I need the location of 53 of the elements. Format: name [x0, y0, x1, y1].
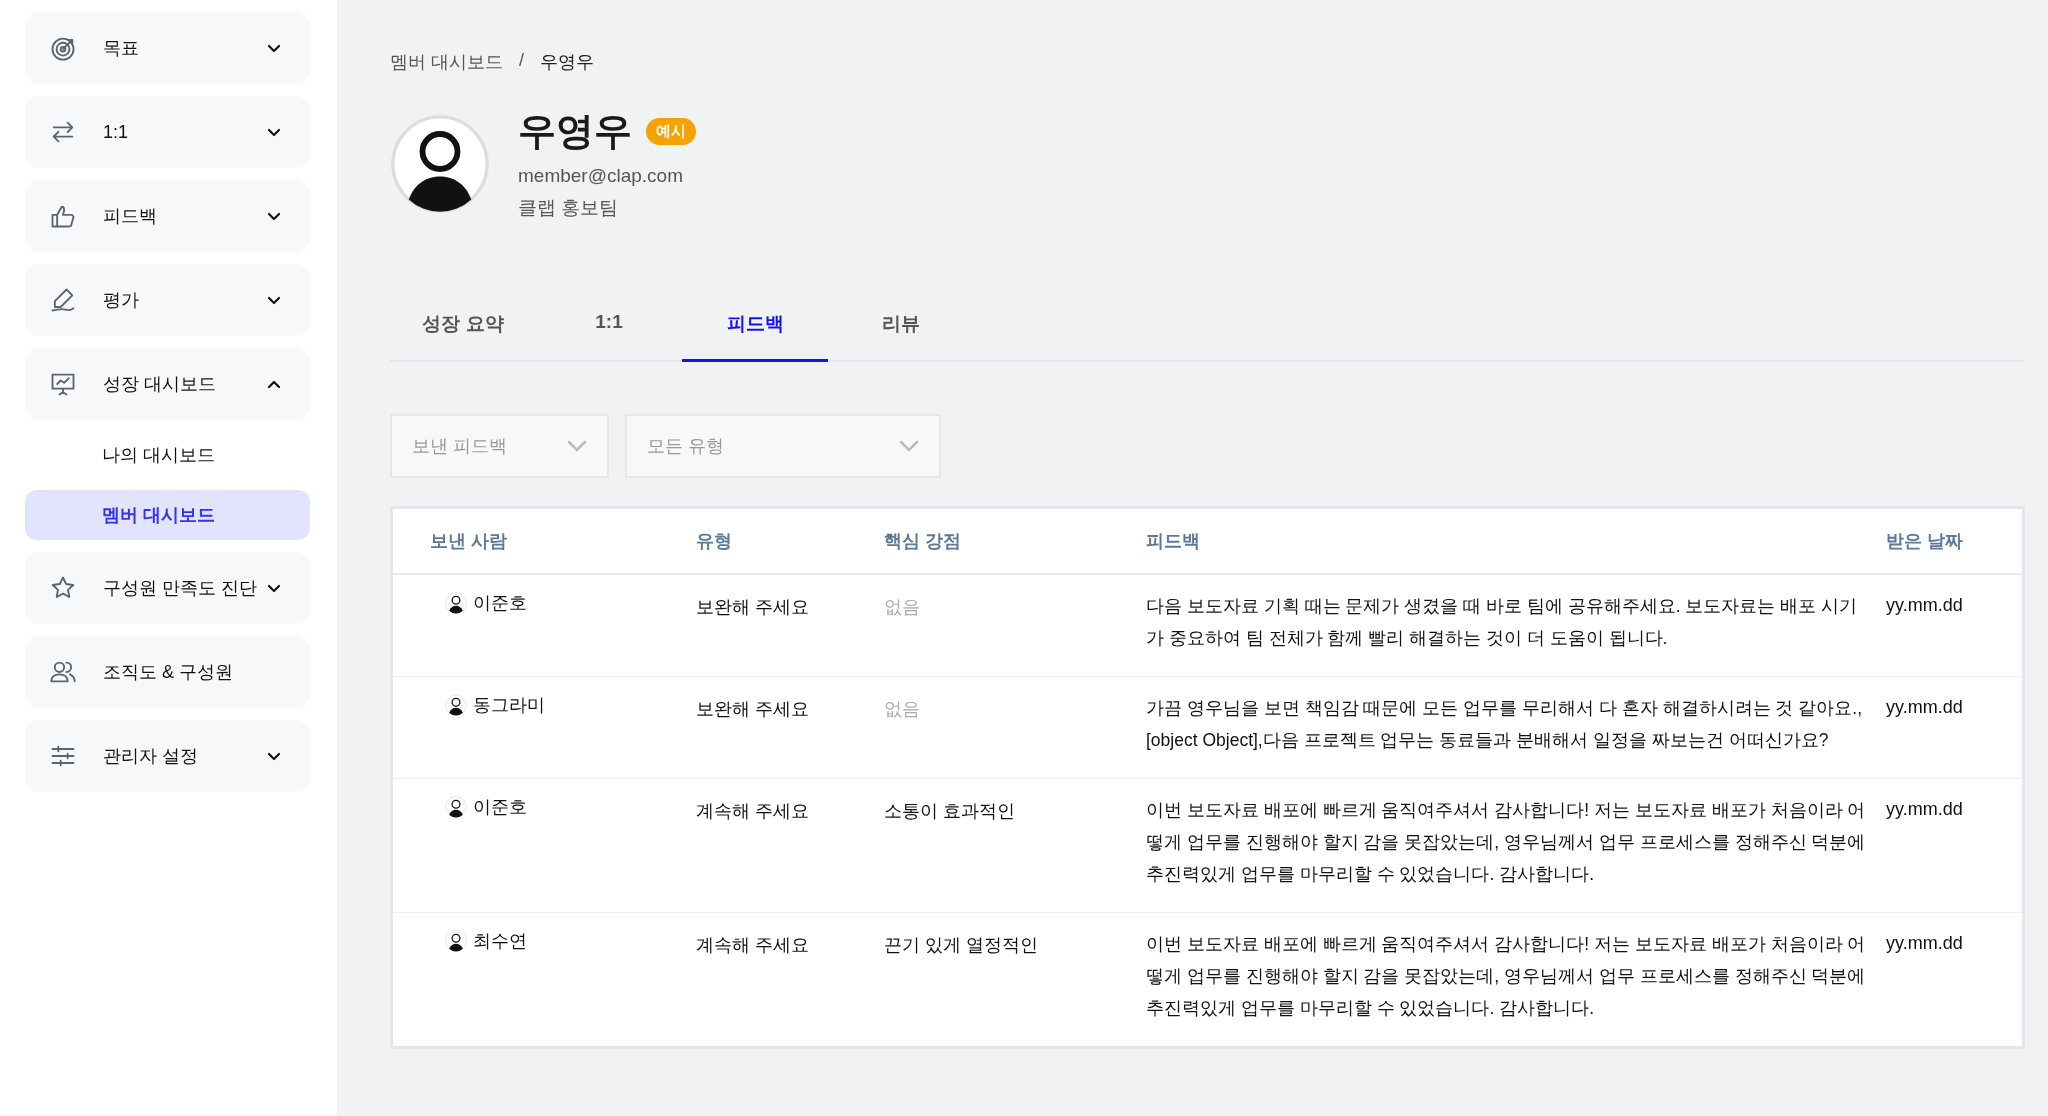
profile-email: member@clap.com	[518, 165, 684, 187]
date-text: yy.mm.dd	[1886, 697, 1963, 717]
column-header: 피드백	[1146, 531, 1200, 551]
sidebar-item[interactable]: 평가	[25, 264, 310, 336]
type-text: 계속해 주세요	[696, 801, 809, 821]
chevron-down-icon	[567, 440, 587, 452]
strength-text: 끈기 있게 열정적인	[884, 935, 1038, 955]
tab[interactable]: 성장 요약	[390, 299, 536, 362]
avatar-icon	[445, 930, 467, 952]
type-text: 계속해 주세요	[696, 935, 809, 955]
profile-name: 우영우	[518, 109, 632, 154]
strength-text: 없음	[884, 699, 920, 719]
sidebar-item[interactable]: 조직도 & 구성원	[25, 636, 310, 708]
feedback-text: 다음 보도자료 기획 때는 문제가 생겼을 때 바로 팀에 공유해주세요. 보도자료는 배포 시기가 중요하여 팀 전체가 함께 빨리 해결하는 것이 더 도움이 됩니다.	[1146, 595, 1859, 650]
date-text: yy.mm.dd	[1886, 595, 1963, 615]
feedback-text: 이번 보도자료 배포에 빠르게 움직여주셔서 감사합니다! 저는 보도자료 배포가 처음이라 어떻게 업무를 진행해야 할지 감을 못잡았는데, 영우님께서 업무 프로세스를 정해주신 덕분에 추진력있게 업무를 마무리할 수 있었습니다. 감사합니다.	[1146, 799, 1867, 886]
feedback-text: 가끔 영우님을 보면 책임감 때문에 모든 업무를 무리해서 다 혼자 해결하시려는 것 같아요., [object Object],다음 프로젝트 업무는 동료들과 분배해서 일정을 짜보는건 어떠신가요?	[1146, 697, 1864, 752]
sidebar-item[interactable]: 피드백	[25, 180, 310, 252]
tab[interactable]: 리뷰	[828, 299, 974, 362]
example-badge: 예시	[646, 118, 696, 145]
sender-name: 최수연	[473, 930, 527, 953]
tab[interactable]: 1:1	[536, 299, 682, 362]
column-header: 보낸 사람	[430, 531, 507, 551]
sidebar-item[interactable]: 구성원 만족도 진단	[25, 552, 310, 624]
date-text: yy.mm.dd	[1886, 799, 1963, 819]
column-header: 유형	[696, 531, 732, 551]
avatar-icon	[445, 796, 467, 818]
feedback-text: 이번 보도자료 배포에 빠르게 움직여주셔서 감사합니다! 저는 보도자료 배포가 처음이라 어떻게 업무를 진행해야 할지 감을 못잡았는데, 영우님께서 업무 프로세스를 정해주신 덕분에 추진력있게 업무를 마무리할 수 있었습니다. 감사합니다.	[1146, 933, 1867, 1020]
strength-text: 없음	[884, 597, 920, 617]
avatar-icon	[445, 592, 467, 614]
strength-text: 소통이 효과적인	[884, 801, 1015, 821]
sidebar-subitem[interactable]: 나의 대시보드	[25, 430, 310, 480]
profile-team: 클랩 홍보팀	[518, 196, 620, 220]
pen-icon	[49, 286, 77, 314]
sidebar-item[interactable]: 성장 대시보드	[25, 348, 310, 420]
type-text: 보완해 주세요	[696, 597, 809, 617]
column-header: 받은 날짜	[1886, 531, 1963, 551]
breadcrumb-current: 우영우	[540, 51, 595, 74]
chevron-down-icon	[899, 440, 919, 452]
sidebar-item[interactable]: 1:1	[25, 96, 310, 168]
date-text: yy.mm.dd	[1886, 933, 1963, 953]
sidebar-item[interactable]: 관리자 설정	[25, 720, 310, 792]
breadcrumb-link[interactable]: 멤버 대시보드	[390, 50, 503, 74]
breadcrumb-separator: /	[519, 50, 525, 72]
tab[interactable]: 피드백	[682, 299, 828, 362]
avatar-icon	[445, 694, 467, 716]
sidebar-item[interactable]: 목표	[25, 12, 310, 84]
sender-name: 이준호	[473, 592, 527, 615]
sender-name: 동그라미	[473, 694, 545, 717]
type-text: 보완해 주세요	[696, 699, 809, 719]
column-header: 핵심 강점	[884, 531, 961, 551]
sidebar-subitem[interactable]: 멤버 대시보드	[25, 490, 310, 540]
sender-name: 이준호	[473, 796, 527, 819]
